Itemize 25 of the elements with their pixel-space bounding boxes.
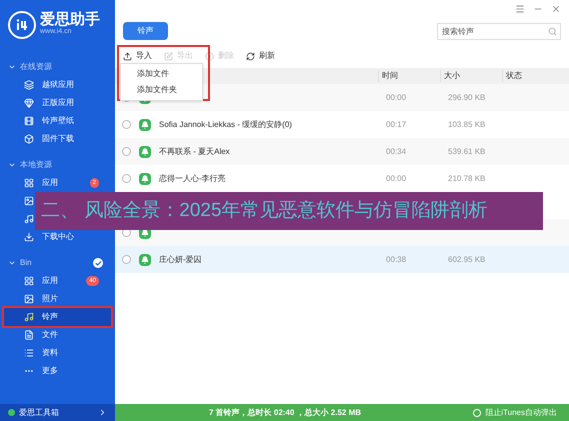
section-title: 在线资源 bbox=[20, 61, 53, 73]
duration-cell-text: 00:17 bbox=[385, 118, 408, 130]
duration-cell-text: 00:38 bbox=[385, 254, 408, 266]
section-title: 本地资源 bbox=[20, 159, 53, 171]
duration-cell-text: 00:34 bbox=[385, 146, 408, 158]
caption-overlay: 二、 风险全景：2025年常见恶意软件与仿冒陷阱剖析 bbox=[35, 192, 543, 230]
option-label: 阻止iTunes自动弹出 bbox=[485, 406, 557, 418]
size-cell-text: 103.85 KB bbox=[447, 118, 486, 130]
column-header: 状态 bbox=[502, 70, 564, 82]
ringtone-name: 庄心妍-爱囚 bbox=[159, 254, 203, 266]
size-cell-text: 210.78 KB bbox=[447, 172, 486, 184]
duration-cell-text: 00:00 bbox=[385, 172, 408, 184]
section-title: Bin bbox=[20, 257, 33, 269]
duration-cell-text: 00:00 bbox=[385, 92, 408, 104]
ringtone-name: 恋得一人心-李行亮 bbox=[159, 172, 227, 184]
size-cell-text: 296.90 KB bbox=[447, 92, 486, 104]
size-cell-text: 602.95 KB bbox=[447, 254, 486, 266]
ringtone-name: Sofia Jannok-Liekkas - 缓缓的安静(0) bbox=[159, 118, 293, 130]
column-header: 大小 bbox=[440, 70, 502, 82]
app-name: 爱思助手 bbox=[40, 12, 100, 28]
column-header: 时间 bbox=[378, 70, 440, 82]
toolbox-label: 爱思工具箱 bbox=[19, 406, 60, 418]
size-cell-text: 539.61 KB bbox=[447, 146, 486, 158]
summary-text: 7 首铃声，总时长 02:40 ，总大小 2.52 MB bbox=[208, 406, 362, 418]
ringtone-name: 不再联系 - 夏天Alex bbox=[159, 146, 231, 158]
